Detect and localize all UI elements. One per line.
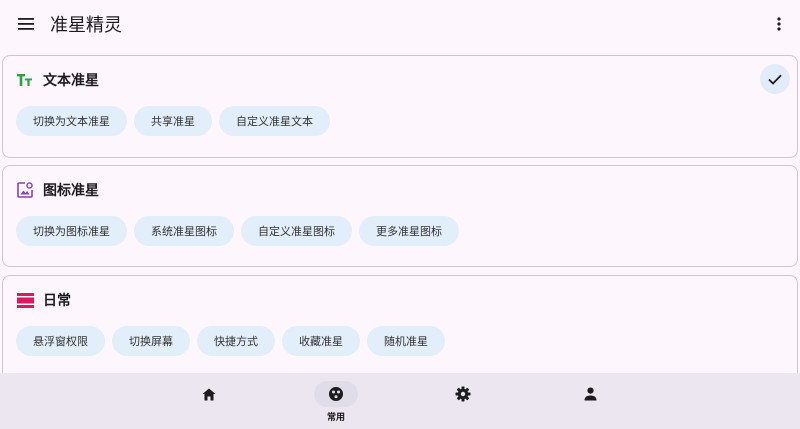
menu-icon[interactable] [14,12,38,36]
nav-profile[interactable] [562,381,618,425]
card-daily: 日常 悬浮窗权限 切换屏幕 快捷方式 收藏准星 随机准星 [2,275,798,385]
settings-icon [441,381,485,407]
chip-switch-to-text[interactable]: 切换为文本准星 [16,106,127,136]
nav-settings[interactable] [435,381,491,425]
card-title: 图标准星 [43,183,99,199]
chip-switch-screen[interactable]: 切换屏幕 [112,326,190,356]
chip-row: 切换为文本准星 共享准星 自定义准星文本 [16,106,330,136]
card-header: 日常 [16,289,71,311]
selected-check-icon[interactable] [760,64,790,94]
chip-random[interactable]: 随机准星 [367,326,445,356]
chip-row: 切换为图标准星 系统准星图标 自定义准星图标 更多准星图标 [16,216,459,246]
chip-favorite[interactable]: 收藏准星 [282,326,360,356]
chip-share-crosshair[interactable]: 共享准星 [134,106,212,136]
card-header: 文本准星 [16,69,99,91]
chip-more-icons[interactable]: 更多准星图标 [359,216,459,246]
crosshair-icon [314,381,358,407]
chip-overlay-permission[interactable]: 悬浮窗权限 [16,326,105,356]
chip-custom-text[interactable]: 自定义准星文本 [219,106,330,136]
nav-home[interactable] [181,381,237,425]
person-icon [568,381,612,407]
card-header: 图标准星 [16,179,99,201]
card-title: 文本准星 [43,73,99,89]
text-format-icon [16,71,34,89]
menu-lines-icon [16,291,34,309]
nav-label: 常用 [326,413,345,423]
chip-shortcut[interactable]: 快捷方式 [197,326,275,356]
home-icon [187,381,231,407]
nav-common[interactable]: 常用 [308,381,364,425]
image-icon [16,181,34,199]
card-title: 日常 [43,293,71,309]
app-title: 准星精灵 [50,15,122,36]
more-vert-icon[interactable] [772,12,786,36]
card-icon-crosshair: 图标准星 切换为图标准星 系统准星图标 自定义准星图标 更多准星图标 [2,165,798,267]
top-app-bar: 准星精灵 [0,0,800,48]
card-text-crosshair: 文本准星 切换为文本准星 共享准星 自定义准星文本 [2,55,798,158]
chip-switch-to-icon[interactable]: 切换为图标准星 [16,216,127,246]
bottom-navigation: 常用 [0,373,800,429]
chip-custom-icon[interactable]: 自定义准星图标 [241,216,352,246]
chip-system-icons[interactable]: 系统准星图标 [134,216,234,246]
chip-row: 悬浮窗权限 切换屏幕 快捷方式 收藏准星 随机准星 [16,326,445,356]
